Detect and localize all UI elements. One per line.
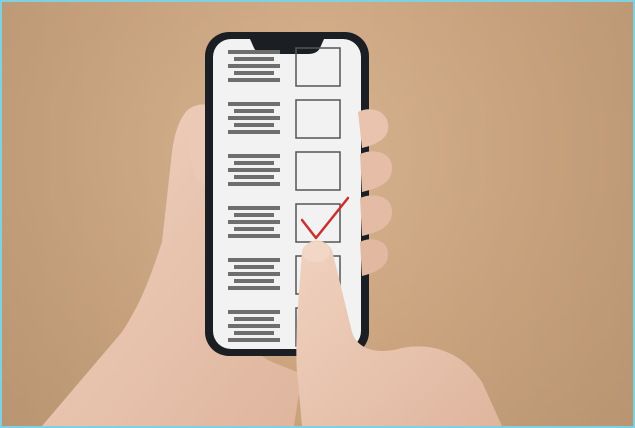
placeholder-text-line [228, 130, 280, 134]
placeholder-text-line [228, 338, 280, 342]
placeholder-text-line [228, 182, 280, 186]
placeholder-text-line [228, 64, 280, 68]
placeholder-text-line [228, 50, 280, 54]
placeholder-text-line [228, 206, 280, 210]
placeholder-text-line [234, 71, 274, 75]
placeholder-text-line [234, 331, 274, 335]
scene-illustration [2, 2, 633, 426]
placeholder-text-line [234, 123, 274, 127]
placeholder-text-line [234, 227, 274, 231]
photo-frame [0, 0, 635, 428]
placeholder-text-line [228, 154, 280, 158]
placeholder-text-line [228, 258, 280, 262]
placeholder-text-line [234, 317, 274, 321]
placeholder-text-line [228, 286, 280, 290]
placeholder-text-line [234, 265, 274, 269]
placeholder-text-line [228, 324, 280, 328]
placeholder-text-line [234, 279, 274, 283]
placeholder-text-line [228, 168, 280, 172]
placeholder-text-line [234, 175, 274, 179]
placeholder-text-line [228, 220, 280, 224]
placeholder-text-line [234, 161, 274, 165]
placeholder-text-line [234, 213, 274, 217]
placeholder-text-line [228, 310, 280, 314]
fingertip [302, 242, 330, 262]
placeholder-text-line [228, 272, 280, 276]
placeholder-text-line [228, 234, 280, 238]
placeholder-text-line [228, 116, 280, 120]
placeholder-text-line [234, 57, 274, 61]
placeholder-text-line [228, 102, 280, 106]
placeholder-text-line [228, 78, 280, 82]
placeholder-text-line [234, 109, 274, 113]
